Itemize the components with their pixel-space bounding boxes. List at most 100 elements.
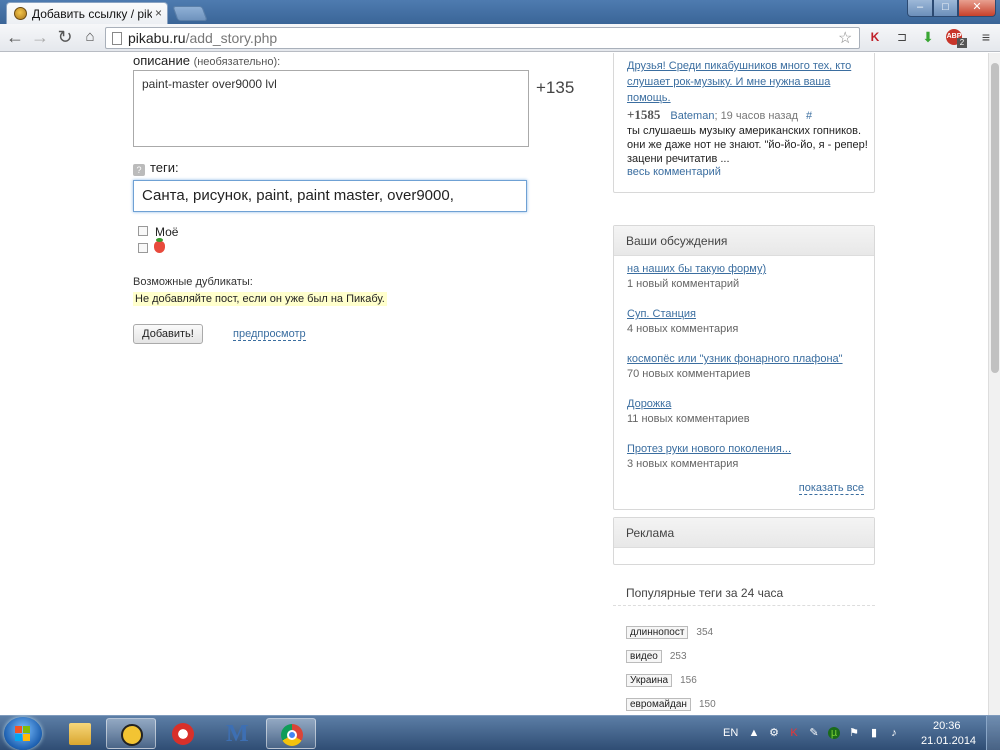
page-icon	[112, 32, 122, 45]
close-window-button[interactable]: ✕	[958, 0, 996, 17]
tag-count: 150	[698, 699, 716, 710]
comment-author-link[interactable]: Bateman	[670, 110, 714, 122]
download-arrow-icon[interactable]: ⬇	[920, 29, 936, 45]
discussion-item: Протез руки нового поколения... 3 новых …	[627, 443, 867, 470]
popular-tag-row: Украина 156	[626, 674, 697, 687]
taskbar-chrome[interactable]	[266, 718, 316, 749]
taskbar-ccleaner[interactable]	[158, 718, 208, 749]
discussion-count: 11 новых комментариев	[627, 413, 750, 425]
discussions-panel: Ваши обсуждения на наших бы такую форму)…	[613, 225, 875, 510]
discussion-link[interactable]: Дорожка	[627, 398, 867, 410]
pikabu-favicon-icon	[14, 7, 27, 20]
windows-taskbar: M EN ▲ ⚙ K ✎ µ ⚑ ▮ ♪ 20:36 21.01.2014	[0, 715, 1000, 750]
back-arrow-icon[interactable]: ←	[5, 28, 25, 48]
folder-icon	[69, 723, 91, 745]
url-domain: pikabu.ru	[128, 30, 186, 46]
chrome-icon	[281, 724, 303, 746]
browser-toolbar: ← → ↻ ⌂ pikabu.ru/add_story.php ☆ K ⊐ ⬇ …	[0, 24, 1000, 52]
rating-counter: +135	[536, 78, 575, 97]
discussion-item: на наших бы такую форму) 1 новый коммент…	[627, 263, 867, 290]
tag-count: 354	[696, 627, 714, 638]
popular-tag-row: евромайдан 150	[626, 698, 716, 711]
tag-link[interactable]: видео	[626, 650, 662, 663]
extension-share-icon[interactable]: ⊐	[894, 29, 910, 45]
tag-count: 156	[680, 675, 697, 686]
discussion-count: 70 новых комментариев	[627, 368, 751, 380]
clock-date[interactable]: 21.01.2014	[921, 735, 976, 747]
clock-time[interactable]: 20:36	[933, 720, 961, 732]
mine-checkbox-label: Моё	[155, 225, 179, 239]
network-icon[interactable]: ▮	[868, 727, 880, 739]
discussion-count: 1 новый комментарий	[627, 278, 740, 290]
help-icon[interactable]: ?	[133, 164, 145, 176]
divider	[613, 605, 875, 606]
player-icon	[121, 724, 143, 746]
top-comment-panel: Друзья! Среди пикабушников много тех, кт…	[613, 53, 875, 193]
discussions-title: Ваши обсуждения	[614, 226, 874, 256]
tag-link[interactable]: евромайдан	[626, 698, 691, 711]
discussion-link[interactable]: Протез руки нового поколения...	[627, 443, 867, 455]
maximize-button[interactable]: □	[933, 0, 958, 17]
description-label: описание (необязательно):	[133, 53, 281, 68]
tab-pikabu[interactable]: Добавить ссылку / pikabu.ru ×	[6, 2, 168, 24]
scrollbar-thumb[interactable]	[991, 63, 999, 373]
extension-red-k-icon[interactable]: K	[867, 29, 883, 45]
home-icon[interactable]: ⌂	[80, 28, 100, 48]
strawberry-checkbox[interactable]	[138, 243, 148, 253]
discussion-item: Дорожка 11 новых комментариев	[627, 398, 867, 425]
taskbar-aimp[interactable]	[106, 718, 156, 749]
url-path: /add_story.php	[185, 30, 278, 46]
description-textarea[interactable]: paint-master over9000 lvl	[133, 70, 529, 147]
steam-icon[interactable]: ⚙	[768, 727, 780, 739]
preview-link[interactable]: предпросмотр	[233, 328, 306, 341]
tags-label: ? теги:	[133, 160, 179, 176]
strawberry-icon	[154, 238, 165, 253]
tray-arrow-icon[interactable]: ▲	[748, 727, 760, 739]
tags-input[interactable]: Санта, рисунок, paint, paint master, ove…	[133, 180, 527, 212]
browser-tabstrip: Добавить ссылку / pikabu.ru × – □ ✕	[0, 0, 1000, 24]
duplicates-label: Возможные дубликаты:	[133, 276, 253, 288]
minimize-button[interactable]: –	[907, 0, 933, 17]
utorrent-icon[interactable]: µ	[828, 727, 840, 739]
language-indicator[interactable]: EN	[723, 727, 738, 739]
discussion-count: 4 новых комментария	[627, 323, 739, 335]
menu-icon[interactable]: ≡	[978, 29, 994, 45]
m-app-icon: M	[226, 721, 249, 747]
popular-tags-title: Популярные теги за 24 часа	[626, 586, 784, 600]
popular-tag-row: длиннопост 354	[626, 626, 713, 639]
system-tray: EN ▲ ⚙ K ✎ µ ⚑ ▮ ♪ 20:36 21.01.2014	[718, 716, 1000, 750]
full-comment-link[interactable]: весь комментарий	[627, 166, 721, 178]
address-bar[interactable]: pikabu.ru/add_story.php ☆	[105, 27, 860, 49]
page-content: описание (необязательно): paint-master o…	[0, 53, 988, 715]
windows-logo-icon	[15, 726, 31, 741]
forward-arrow-icon[interactable]: →	[30, 28, 50, 48]
show-all-link[interactable]: показать все	[798, 482, 864, 495]
volume-icon[interactable]: ♪	[888, 727, 900, 739]
reload-icon[interactable]: ↻	[55, 28, 75, 48]
add-button[interactable]: Добавить!	[133, 324, 203, 344]
top-comment-title-link[interactable]: Друзья! Среди пикабушников много тех, кт…	[627, 58, 867, 106]
start-button[interactable]	[4, 717, 42, 750]
tag-link[interactable]: длиннопост	[626, 626, 689, 639]
taskbar-explorer[interactable]	[55, 718, 105, 749]
mine-checkbox[interactable]	[138, 226, 148, 236]
popular-tag-row: видео 253	[626, 650, 687, 663]
tag-link[interactable]: Украина	[626, 674, 673, 687]
comment-time: ; 19 часов назад	[714, 110, 798, 122]
tab-close-icon[interactable]: ×	[155, 6, 162, 20]
discussion-link[interactable]: на наших бы такую форму)	[627, 263, 867, 275]
new-tab-button[interactable]	[172, 6, 208, 21]
taskbar-m-app[interactable]: M	[212, 718, 262, 749]
bookmark-star-icon[interactable]: ☆	[838, 28, 852, 48]
show-desktop-button[interactable]	[986, 716, 1000, 750]
discussion-count: 3 новых комментария	[627, 458, 739, 470]
page-scrollbar[interactable]	[988, 53, 1000, 715]
discussion-link[interactable]: Суп. Станция	[627, 308, 867, 320]
discussion-link[interactable]: космопёс или "узник фонарного плафона"	[627, 353, 867, 365]
duplicates-warning: Не добавляйте пост, если он уже был на П…	[133, 292, 387, 306]
comment-permalink[interactable]: #	[806, 110, 812, 122]
tray-edit-icon[interactable]: ✎	[808, 727, 820, 739]
discussion-item: Суп. Станция 4 новых комментария	[627, 308, 867, 335]
tray-k-icon[interactable]: K	[788, 727, 800, 739]
tray-flag-icon[interactable]: ⚑	[848, 727, 860, 739]
